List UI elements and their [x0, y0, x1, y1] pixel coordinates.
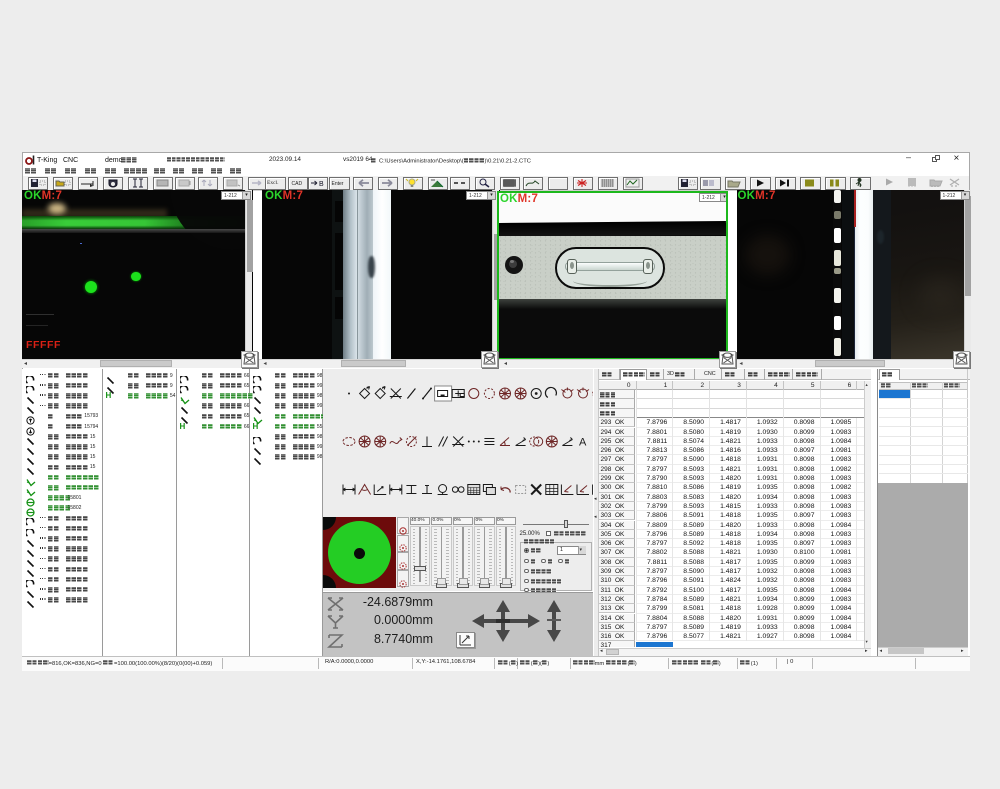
- svg-text:A: A: [579, 436, 587, 448]
- svg-text:B: B: [319, 181, 324, 188]
